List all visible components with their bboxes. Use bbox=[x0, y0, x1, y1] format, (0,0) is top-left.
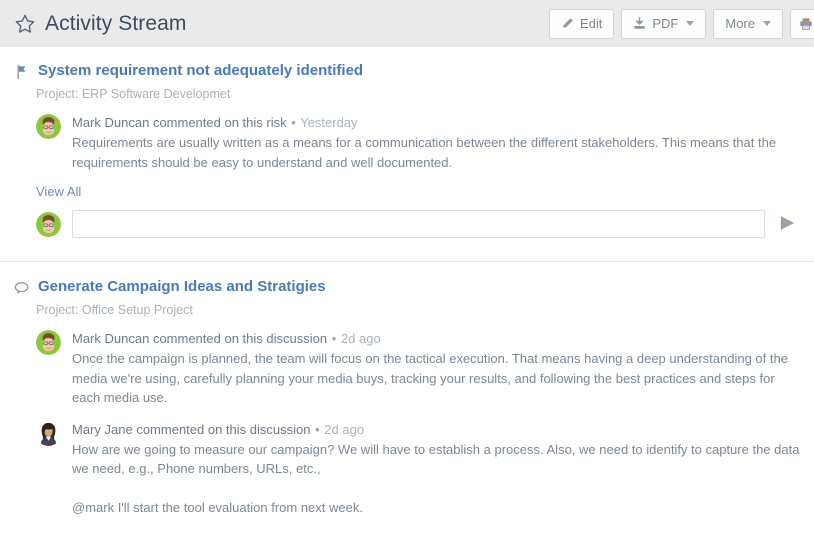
more-button-label: More bbox=[725, 16, 755, 31]
comment-list: Mark Duncan commented on this risk • Yes… bbox=[36, 113, 800, 252]
comment-author[interactable]: Mark Duncan bbox=[72, 331, 149, 346]
meta-separator: • bbox=[331, 331, 337, 346]
send-arrow-icon bbox=[778, 213, 798, 236]
comment: Mark Duncan commented on this discussion… bbox=[36, 329, 800, 408]
header-title-group: Activity Stream bbox=[14, 12, 187, 36]
pdf-button[interactable]: PDF bbox=[621, 8, 707, 39]
comment-text: Once the campaign is planned, the team w… bbox=[72, 351, 792, 405]
comment-author[interactable]: Mary Jane bbox=[72, 422, 133, 437]
page-toolbar: Edit PDF More bbox=[548, 8, 814, 39]
comment-body: Mary Jane commented on this discussion •… bbox=[72, 420, 800, 518]
view-all-link[interactable]: View All bbox=[36, 184, 81, 199]
pdf-button-label: PDF bbox=[652, 16, 679, 31]
comment-action: commented on this risk bbox=[152, 115, 287, 130]
avatar-mark-duncan[interactable] bbox=[36, 212, 61, 237]
comment-meta: Mark Duncan commented on this discussion… bbox=[72, 329, 800, 348]
activity-header: System requirement not adequately identi… bbox=[14, 61, 800, 81]
print-button[interactable] bbox=[790, 8, 814, 39]
edit-button-label: Edit bbox=[579, 16, 603, 31]
activity-stream: System requirement not adequately identi… bbox=[0, 47, 814, 518]
comment-text: How are we going to measure our campaign… bbox=[72, 441, 800, 516]
avatar-mark-duncan[interactable] bbox=[36, 330, 61, 355]
avatar-mark-duncan[interactable] bbox=[36, 114, 61, 139]
printer-icon bbox=[799, 17, 813, 31]
comment-time: 2d ago bbox=[324, 421, 365, 437]
comment-meta: Mark Duncan commented on this risk • Yes… bbox=[72, 113, 800, 132]
comment-time: Yesterday bbox=[300, 115, 358, 130]
activity-header: Generate Campaign Ideas and Stratigies bbox=[14, 277, 800, 297]
comment-action: commented on this discussion bbox=[136, 421, 311, 437]
meta-separator: • bbox=[291, 115, 296, 130]
send-comment-button[interactable] bbox=[776, 212, 800, 236]
activity-item: System requirement not adequately identi… bbox=[0, 47, 814, 252]
page-title: Activity Stream bbox=[45, 11, 187, 35]
comment-action: commented on this discussion bbox=[152, 331, 328, 346]
chevron-down-icon[interactable] bbox=[686, 21, 695, 26]
activity-title[interactable]: Generate Campaign Ideas and Stratigies bbox=[38, 277, 326, 297]
activity-item: Generate Campaign Ideas and Stratigies P… bbox=[0, 261, 814, 518]
more-button[interactable]: More bbox=[713, 8, 783, 39]
comment-author[interactable]: Mark Duncan bbox=[72, 115, 149, 130]
activity-project: Project: ERP Software Developmet bbox=[36, 87, 231, 101]
discussion-bubble-icon bbox=[14, 280, 30, 296]
chevron-down-icon[interactable] bbox=[763, 21, 771, 26]
comment-body: Mark Duncan commented on this discussion… bbox=[72, 329, 800, 408]
star-outline-icon[interactable] bbox=[14, 13, 36, 35]
activity-title[interactable]: System requirement not adequately identi… bbox=[38, 61, 363, 81]
edit-button[interactable]: Edit bbox=[548, 8, 615, 39]
comment-time: 2d ago bbox=[340, 331, 381, 346]
reply-row bbox=[36, 210, 800, 252]
activity-project: Project: Office Setup Project bbox=[36, 303, 193, 317]
avatar-mary-jane[interactable] bbox=[36, 420, 61, 446]
comment: Mary Jane commented on this discussion •… bbox=[36, 420, 800, 518]
comment-meta: Mary Jane commented on this discussion •… bbox=[72, 420, 800, 439]
meta-separator: • bbox=[315, 421, 320, 437]
download-icon bbox=[633, 17, 646, 30]
comment-list: Mark Duncan commented on this discussion… bbox=[36, 329, 800, 518]
comment-text: Requirements are usually written as a me… bbox=[72, 135, 780, 170]
pencil-icon bbox=[561, 17, 574, 30]
comment: Mark Duncan commented on this risk • Yes… bbox=[36, 113, 800, 172]
risk-flag-icon bbox=[14, 64, 30, 80]
comment-body: Mark Duncan commented on this risk • Yes… bbox=[72, 113, 800, 172]
reply-input[interactable] bbox=[72, 210, 765, 238]
page-header: Activity Stream Edit PDF More bbox=[0, 0, 814, 47]
